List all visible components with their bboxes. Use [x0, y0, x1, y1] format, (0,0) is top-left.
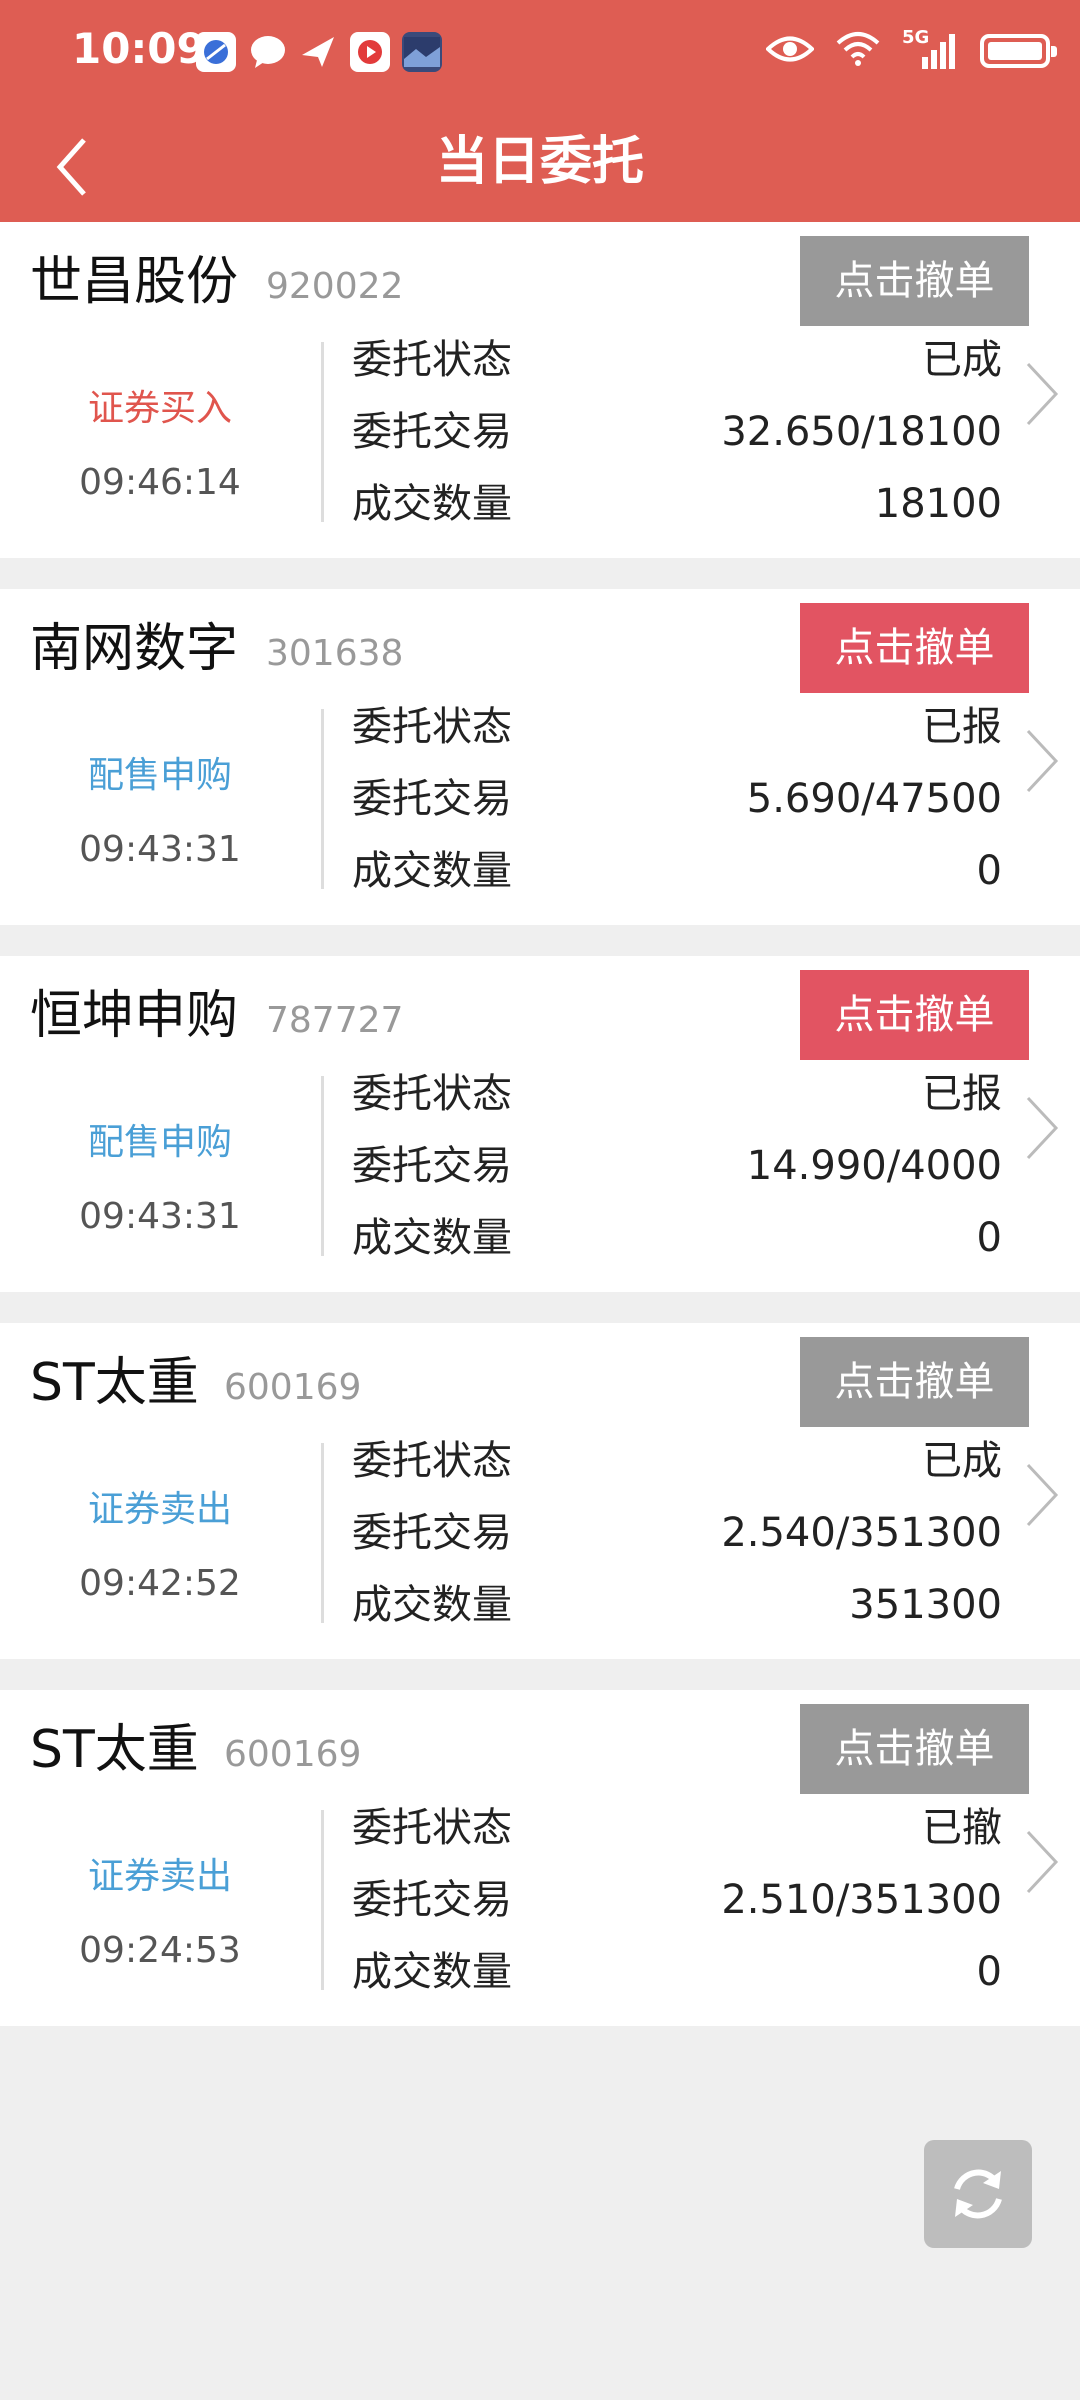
trade-value: 5.690/47500: [746, 776, 1002, 822]
chat-icon: [248, 32, 288, 72]
filled-value: 0: [976, 1215, 1002, 1261]
trade-value: 14.990/4000: [746, 1143, 1002, 1189]
refresh-icon: [954, 2169, 1002, 2219]
status-value: 已报: [922, 1071, 1002, 1117]
order-time: 09:43:31: [79, 1196, 241, 1237]
system-icons: 5G: [765, 26, 1057, 76]
order-time: 09:24:53: [79, 1930, 241, 1971]
status-value: 已成: [922, 1438, 1002, 1484]
status-value: 已成: [922, 337, 1002, 383]
cancel-order-button[interactable]: 点击撤单: [800, 1337, 1029, 1427]
wifi-icon: [836, 31, 880, 71]
divider: [321, 1443, 324, 1623]
stock-code: 600169: [224, 1734, 362, 1775]
cancel-order-button[interactable]: 点击撤单: [800, 1704, 1029, 1794]
status-label: 委托状态: [352, 704, 512, 750]
stock-name: ST太重: [30, 1353, 199, 1413]
cancel-order-button[interactable]: 点击撤单: [800, 970, 1029, 1060]
battery-icon: [980, 34, 1057, 68]
refresh-button[interactable]: [924, 2140, 1032, 2248]
stock-code: 787727: [266, 1000, 404, 1041]
order-time: 09:43:31: [79, 829, 241, 870]
stock-code: 301638: [266, 633, 404, 674]
order-card[interactable]: 南网数字 301638 点击撤单 配售申购 09:43:31 委托状态 已报 委…: [0, 589, 1080, 925]
app-header: 10:09 5G 当日委托: [0, 0, 1080, 222]
status-value: 已撤: [922, 1805, 1002, 1851]
status-label: 委托状态: [352, 1805, 512, 1851]
send-icon: [298, 32, 338, 72]
status-label: 委托状态: [352, 1071, 512, 1117]
filled-value: 351300: [849, 1582, 1002, 1628]
filled-value: 0: [976, 848, 1002, 894]
order-type: 配售申购: [87, 755, 232, 796]
status-label: 委托状态: [352, 1438, 512, 1484]
cancel-order-button[interactable]: 点击撤单: [800, 603, 1029, 693]
trade-label: 委托交易: [352, 1510, 512, 1556]
stock-code: 600169: [224, 1367, 362, 1408]
trade-value: 32.650/18100: [721, 409, 1002, 455]
stock-code: 920022: [266, 266, 404, 307]
filled-label: 成交数量: [352, 1949, 512, 1995]
trade-value: 2.510/351300: [721, 1877, 1002, 1923]
order-card[interactable]: ST太重 600169 点击撤单 证券卖出 09:24:53 委托状态 已撤 委…: [0, 1690, 1080, 2026]
divider: [321, 709, 324, 889]
stock-name: 恒坤申购: [30, 986, 239, 1046]
order-time: 09:46:14: [79, 462, 241, 503]
filled-label: 成交数量: [352, 1215, 512, 1261]
order-card[interactable]: ST太重 600169 点击撤单 证券卖出 09:42:52 委托状态 已成 委…: [0, 1323, 1080, 1659]
divider: [321, 1810, 324, 1990]
trade-label: 委托交易: [352, 1143, 512, 1189]
eye-icon: [765, 34, 815, 68]
chevron-right-icon: [1026, 1830, 1059, 1894]
order-time: 09:42:52: [79, 1563, 241, 1604]
stock-name: 南网数字: [30, 619, 239, 679]
status-label: 委托状态: [352, 337, 512, 383]
filled-label: 成交数量: [352, 848, 512, 894]
status-value: 已报: [922, 704, 1002, 750]
order-type: 证券卖出: [87, 1856, 232, 1897]
filled-label: 成交数量: [352, 481, 512, 527]
photo-icon: [402, 32, 442, 72]
status-time: 10:09: [72, 24, 206, 73]
chevron-right-icon: [1026, 1463, 1059, 1527]
status-bar: 10:09 5G: [0, 0, 1080, 100]
stock-name: ST太重: [30, 1720, 199, 1780]
order-type: 证券买入: [87, 388, 232, 429]
order-type: 证券卖出: [87, 1489, 232, 1530]
order-card[interactable]: 世昌股份 920022 点击撤单 证券买入 09:46:14 委托状态 已成 委…: [0, 222, 1080, 558]
video-icon: [350, 32, 390, 72]
trade-label: 委托交易: [352, 1877, 512, 1923]
chevron-right-icon: [1026, 362, 1059, 426]
divider: [321, 1076, 324, 1256]
chevron-right-icon: [1026, 729, 1059, 793]
trade-label: 委托交易: [352, 409, 512, 455]
stock-name: 世昌股份: [30, 252, 239, 312]
filled-value: 18100: [874, 481, 1002, 527]
signal-icon: 5G: [902, 27, 958, 71]
trade-value: 2.540/351300: [721, 1510, 1002, 1556]
title-bar: 当日委托: [0, 110, 1080, 222]
cancel-order-button[interactable]: 点击撤单: [800, 236, 1029, 326]
browser-icon: [196, 32, 236, 72]
order-card[interactable]: 恒坤申购 787727 点击撤单 配售申购 09:43:31 委托状态 已报 委…: [0, 956, 1080, 1292]
filled-label: 成交数量: [352, 1582, 512, 1628]
filled-value: 0: [976, 1949, 1002, 1995]
order-type: 配售申购: [87, 1122, 232, 1163]
chevron-right-icon: [1026, 1096, 1059, 1160]
divider: [321, 342, 324, 522]
page-title: 当日委托: [435, 132, 644, 192]
trade-label: 委托交易: [352, 776, 512, 822]
